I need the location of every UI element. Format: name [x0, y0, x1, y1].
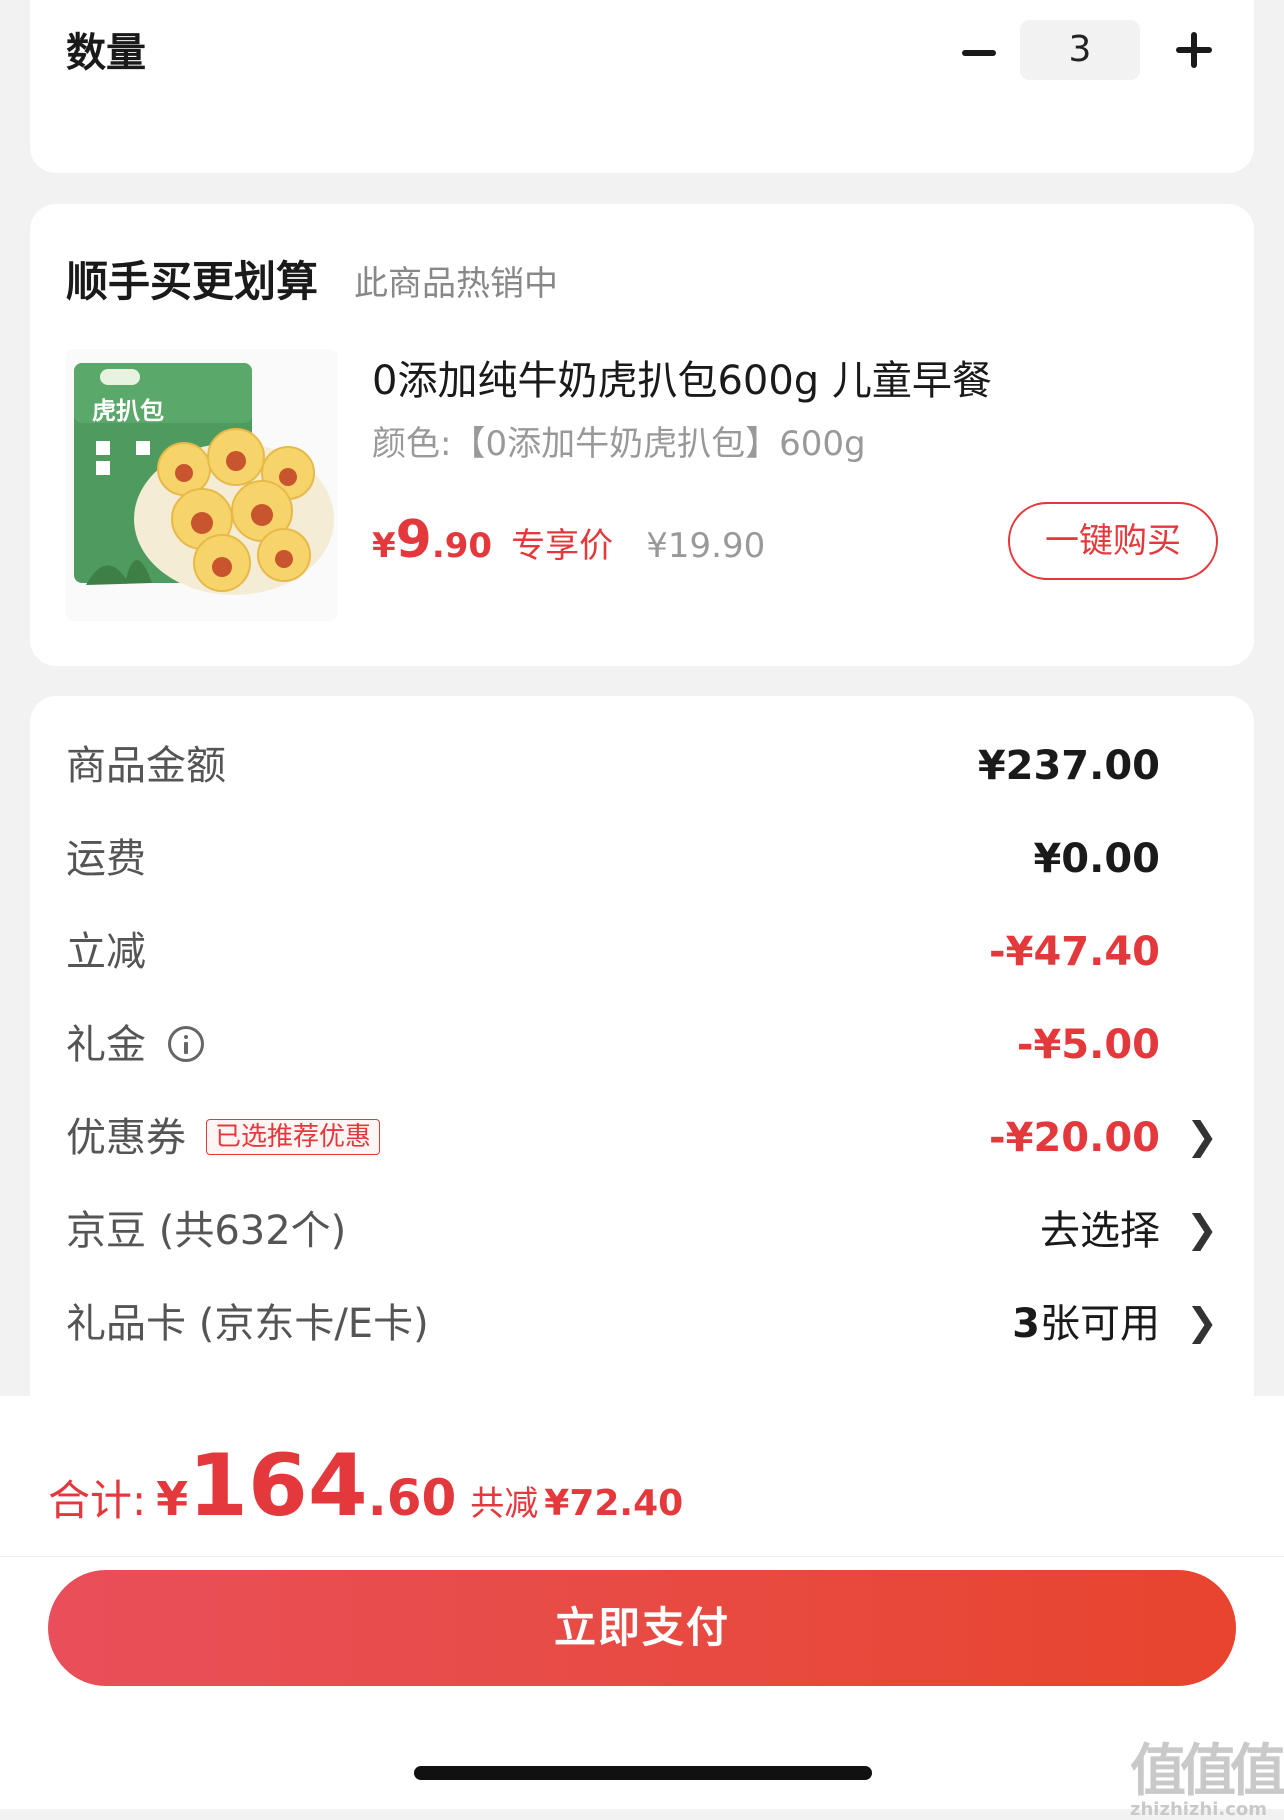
divider: [0, 1556, 1284, 1557]
instant-discount-label: 立减: [66, 929, 146, 975]
row-jd-beans[interactable]: 京豆 (共632个) 去选择 ❯: [66, 1201, 1226, 1261]
product-name[interactable]: 0添加纯牛奶虎扒包600g 儿童早餐: [372, 348, 992, 406]
price-decimal: .90: [431, 526, 493, 566]
row-goods-amount: 商品金额 ¥237.00: [66, 736, 1226, 796]
instant-discount-value: -¥47.40: [989, 929, 1160, 975]
quantity-card: 数量 3: [30, 0, 1254, 173]
row-gift-money: 礼金 -¥5.00: [66, 1015, 1226, 1075]
total-decimal: .60: [367, 1469, 457, 1527]
row-gift-card[interactable]: 礼品卡 (京东卡/E卡) 3张可用 ❯: [66, 1294, 1226, 1354]
gift-card-label: 礼品卡 (京东卡/E卡): [66, 1301, 429, 1347]
product-spec: 颜色:【0添加牛奶虎扒包】600g: [372, 424, 866, 464]
recommend-subtitle: 此商品热销中: [354, 264, 558, 304]
total-symbol: ¥: [156, 1472, 189, 1526]
goods-amount-label: 商品金额: [66, 743, 226, 789]
saved-value: ¥72.40: [544, 1483, 684, 1524]
jd-beans-label: 京豆 (共632个): [66, 1208, 347, 1254]
goods-amount-value: ¥237.00: [977, 743, 1160, 789]
row-shipping: 运费 ¥0.00: [66, 829, 1226, 889]
quantity-label: 数量: [66, 30, 146, 76]
row-coupon[interactable]: 优惠券 已选推荐优惠 -¥20.00 ❯: [66, 1108, 1226, 1168]
minus-icon[interactable]: [962, 50, 996, 56]
coupon-label: 优惠券: [66, 1115, 186, 1161]
price-symbol: ¥: [372, 526, 396, 566]
watermark-url: zhizhizhi.com: [1130, 1799, 1268, 1820]
info-icon[interactable]: [168, 1026, 204, 1062]
pay-now-button[interactable]: 立即支付: [48, 1570, 1236, 1686]
one-click-buy-button[interactable]: 一键购买: [1008, 502, 1218, 580]
plus-icon[interactable]: [1176, 32, 1212, 68]
coupon-value: -¥20.00: [989, 1115, 1160, 1161]
product-image-graphic: 虎扒包: [74, 363, 334, 595]
checkout-bar: 合计: ¥164.60 共减 ¥72.40 立即支付 值值值 zhizhizhi.co…: [0, 1396, 1284, 1820]
original-price: ¥19.90: [646, 526, 766, 566]
shipping-value: ¥0.00: [1033, 836, 1160, 882]
row-instant-discount: 立减 -¥47.40: [66, 922, 1226, 982]
watermark-logo: 值值值 zhizhizhi.com: [1130, 1726, 1284, 1820]
chevron-right-icon[interactable]: ❯: [1186, 1201, 1218, 1257]
watermark-text: 值值值: [1130, 1739, 1284, 1804]
total-label: 合计:: [48, 1476, 147, 1525]
price-tag: 专享价: [511, 526, 614, 566]
gift-money-value: -¥5.00: [1016, 1022, 1160, 1068]
product-price: ¥9.90 专享价 ¥19.90: [372, 510, 765, 570]
package-label: 虎扒包: [92, 397, 164, 425]
gift-money-label: 礼金: [66, 1022, 146, 1068]
jd-beans-value: 去选择: [1040, 1208, 1160, 1254]
gift-card-count: 3: [1012, 1301, 1040, 1347]
quantity-input[interactable]: 3: [1020, 20, 1140, 80]
product-image[interactable]: 虎扒包: [66, 349, 338, 621]
total-row: 合计: ¥164.60 共减 ¥72.40: [48, 1436, 684, 1536]
shipping-label: 运费: [66, 836, 146, 882]
recommend-title: 顺手买更划算: [66, 257, 319, 306]
recommend-card: 顺手买更划算 此商品热销中 虎扒包 0添加纯牛奶虎扒包600g 儿童早餐 颜色:…: [30, 204, 1254, 666]
gift-card-value: 3张可用: [1012, 1294, 1160, 1354]
order-summary-card: 商品金额 ¥237.00 运费 ¥0.00 立减 -¥47.40 礼金 -¥5.…: [30, 696, 1254, 1436]
home-indicator[interactable]: [414, 1766, 872, 1780]
price-integer: 9: [395, 510, 432, 570]
gift-money-label-wrap: 礼金: [66, 1015, 204, 1075]
coupon-label-wrap: 优惠券 已选推荐优惠: [66, 1108, 381, 1168]
saved-label: 共减: [470, 1484, 539, 1524]
total-integer: 164: [188, 1436, 368, 1536]
chevron-right-icon[interactable]: ❯: [1186, 1294, 1218, 1350]
coupon-badge: 已选推荐优惠: [206, 1119, 381, 1155]
chevron-right-icon[interactable]: ❯: [1186, 1108, 1218, 1164]
gift-card-available: 张可用: [1040, 1301, 1160, 1347]
